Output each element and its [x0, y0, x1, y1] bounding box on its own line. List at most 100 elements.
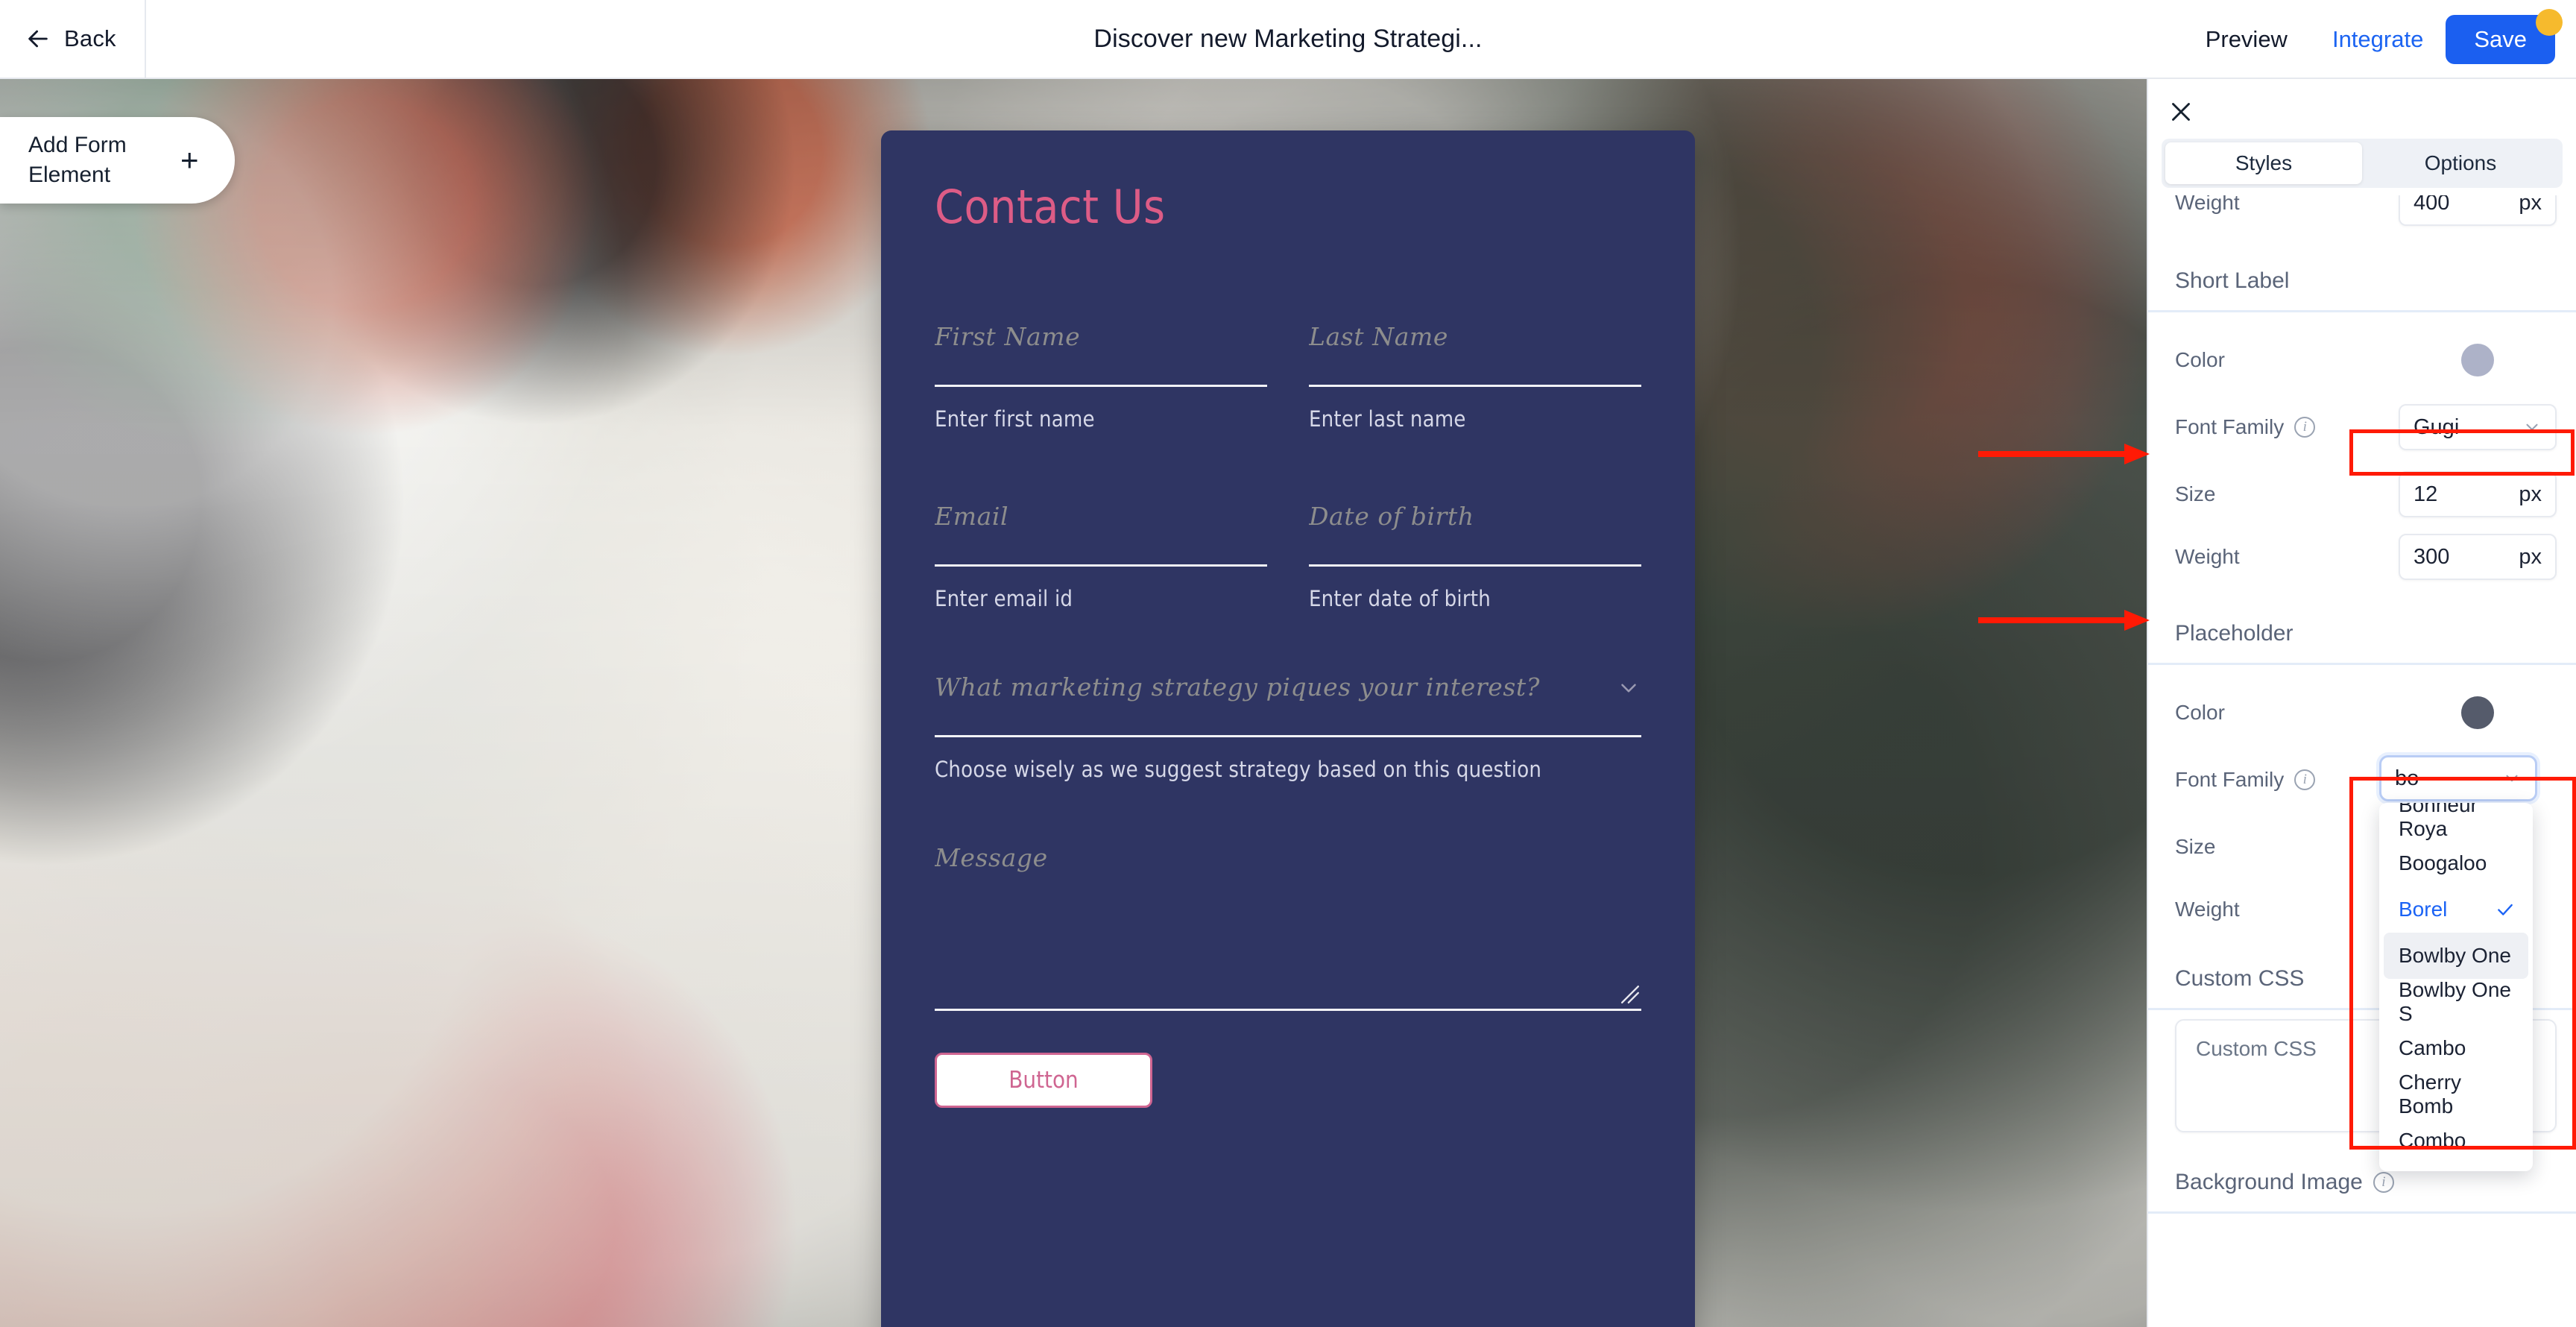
short-label-color-swatch[interactable] [2461, 344, 2494, 376]
font-option-bowlby-one-sc[interactable]: Bowlby One S [2384, 978, 2528, 1025]
row-short-label-font-family: Font Family i Gugi [2148, 391, 2576, 463]
field-marketing-strategy-hint: Choose wisely as we suggest strategy bas… [935, 757, 1542, 782]
row-placeholder-color-label: Color [2175, 701, 2225, 724]
chevron-down-icon [2506, 775, 2518, 782]
arrow-left-icon [28, 30, 48, 48]
field-message[interactable]: Message [935, 843, 1641, 1011]
tab-styles[interactable]: Styles [2165, 142, 2362, 184]
placeholder-color-swatch[interactable] [2461, 696, 2494, 729]
font-family-search-input[interactable]: bo [2379, 755, 2537, 801]
contact-form-card: Contact Us First Name Enter first name L… [881, 130, 1695, 1327]
row-short-label-font-family-label: Font Family i [2175, 415, 2316, 439]
preview-button[interactable]: Preview [2183, 26, 2310, 53]
short-label-size-input[interactable]: 12 px [2399, 471, 2557, 517]
field-first-name-underline [935, 385, 1267, 387]
field-email-placeholder: Email [935, 502, 1009, 531]
font-option-label: Bowlby One S [2399, 978, 2511, 1025]
back-button[interactable]: Back [0, 0, 146, 78]
font-option-bowlby-one[interactable]: Bowlby One [2384, 933, 2528, 979]
font-family-option-list[interactable]: Bonheur Roya Boogaloo Borel Bowlby One B… [2379, 803, 2533, 1171]
plus-icon: + [180, 142, 199, 177]
add-form-element-label: Add Form Element [28, 130, 154, 190]
info-icon[interactable]: i [2294, 417, 2316, 438]
short-label-font-family-text: Font Family [2175, 415, 2285, 438]
field-last-name-hint: Enter last name [1309, 406, 1466, 432]
field-date-of-birth[interactable]: Date of birth Enter date of birth [1309, 502, 1641, 611]
field-marketing-strategy-underline [935, 735, 1641, 737]
background-image-label: Background Image [2175, 1170, 2363, 1194]
field-last-name-placeholder: Last Name [1309, 322, 1449, 351]
short-label-weight-value: 300 [2414, 544, 2450, 569]
field-date-of-birth-underline [1309, 564, 1641, 567]
font-option-cambo[interactable]: Cambo [2384, 1025, 2528, 1071]
row-placeholder-font-family-label: Font Family i [2175, 768, 2316, 792]
form-row-names: First Name Enter first name Last Name En… [935, 322, 1641, 432]
form-submit-button[interactable]: Button [935, 1053, 1152, 1108]
select-row: What marketing strategy piques your inte… [935, 672, 1641, 707]
font-option-label: Combo [2399, 1129, 2466, 1152]
row-placeholder-color: Color [2148, 681, 2576, 744]
font-option-label: Borel [2399, 898, 2448, 921]
field-marketing-strategy-select[interactable]: What marketing strategy piques your inte… [935, 672, 1641, 782]
save-label: Save [2474, 26, 2527, 52]
short-label-weight-unit: px [2519, 544, 2542, 569]
top-weight-unit: px [2519, 195, 2542, 215]
top-weight-value: 400 [2414, 195, 2450, 215]
font-family-search-value: bo [2395, 766, 2419, 790]
field-email-hint: Enter email id [935, 586, 1073, 611]
form-title: Contact Us [935, 180, 1166, 234]
form-row-email-dob: Email Enter email id Date of birth Enter… [935, 502, 1641, 611]
info-icon[interactable]: i [2294, 769, 2316, 790]
row-short-label-size-label: Size [2175, 482, 2216, 505]
row-placeholder-size-label: Size [2175, 835, 2216, 858]
add-form-element-button[interactable]: Add Form Element + [0, 117, 235, 204]
top-weight-input[interactable]: 400 px [2399, 195, 2557, 226]
row-short-label-size: Size 12 px [2148, 463, 2576, 526]
row-placeholder-weight-label: Weight [2175, 898, 2240, 921]
field-last-name[interactable]: Last Name Enter last name [1309, 322, 1641, 432]
back-label: Back [64, 25, 116, 51]
short-label-weight-input[interactable]: 300 px [2399, 534, 2557, 580]
short-label-size-unit: px [2519, 482, 2542, 506]
panel-close-button[interactable] [2165, 95, 2197, 128]
short-label-font-family-value: Gugi [2414, 415, 2460, 439]
font-option-label: Cambo [2399, 1036, 2466, 1059]
font-option-borel[interactable]: Borel [2384, 886, 2528, 933]
font-option-combo[interactable]: Combo [2384, 1118, 2528, 1164]
field-last-name-underline [1309, 385, 1641, 387]
field-date-of-birth-placeholder: Date of birth [1309, 502, 1474, 531]
tab-options[interactable]: Options [2362, 142, 2559, 184]
resize-handle-icon[interactable] [1620, 985, 1640, 1004]
font-option-boogaloo[interactable]: Boogaloo [2384, 840, 2528, 886]
check-icon [2498, 904, 2513, 915]
font-option-label: Boogaloo [2399, 851, 2487, 874]
field-email[interactable]: Email Enter email id [935, 502, 1267, 611]
font-option-cherry-bomb[interactable]: Cherry Bomb [2384, 1071, 2528, 1118]
styles-panel: Styles Options Weight 400 px Short Label… [2147, 79, 2576, 1327]
short-label-font-family-select[interactable]: Gugi [2399, 404, 2557, 450]
close-icon [2172, 103, 2190, 121]
row-short-label-color: Color [2148, 329, 2576, 391]
field-first-name[interactable]: First Name Enter first name [935, 322, 1267, 432]
row-short-label-color-label: Color [2175, 348, 2225, 371]
section-placeholder: Placeholder [2175, 621, 2294, 646]
font-option-label: Bonheur Roya [2399, 803, 2478, 840]
font-option-label: Cherry Bomb [2399, 1071, 2462, 1118]
placeholder-font-family-text: Font Family [2175, 768, 2285, 791]
top-bar-actions: Preview Integrate Save [2183, 0, 2563, 79]
save-button[interactable]: Save [2446, 9, 2563, 64]
integrate-button[interactable]: Integrate [2310, 26, 2446, 53]
field-marketing-strategy-placeholder: What marketing strategy piques your inte… [935, 672, 1541, 702]
field-first-name-placeholder: First Name [935, 322, 1081, 351]
field-first-name-hint: Enter first name [935, 406, 1095, 432]
row-short-label-weight: Weight 300 px [2148, 526, 2576, 588]
form-canvas: Add Form Element + Contact Us First Name… [0, 79, 2147, 1327]
save-status-dot [2536, 9, 2563, 36]
info-icon[interactable]: i [2373, 1172, 2394, 1193]
panel-tabs: Styles Options [2162, 139, 2563, 188]
font-option-bonheur-royale[interactable]: Bonheur Roya [2384, 803, 2528, 840]
short-label-size-value: 12 [2414, 482, 2438, 506]
chevron-down-icon [1621, 684, 1636, 693]
